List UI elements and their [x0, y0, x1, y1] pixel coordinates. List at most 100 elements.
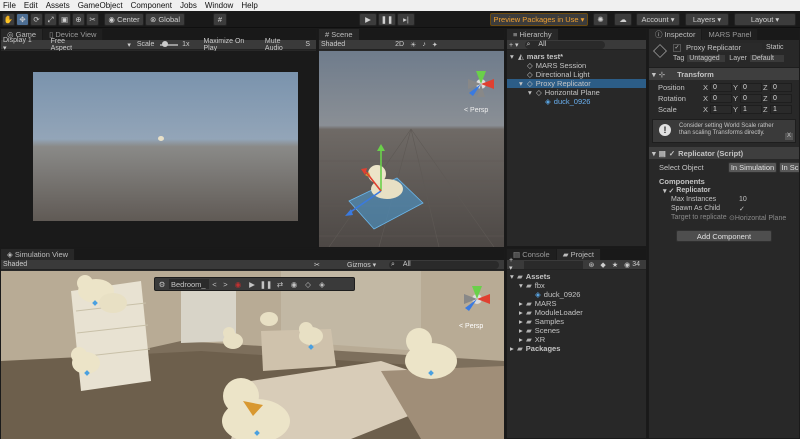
- account-dropdown[interactable]: Account ▾: [636, 13, 680, 26]
- scene-shading-dropdown[interactable]: Shaded: [321, 41, 345, 48]
- simulation-viewport[interactable]: < Persp: [1, 271, 504, 439]
- spawn-as-child-checkbox[interactable]: ✓: [739, 205, 745, 213]
- transform-y-field[interactable]: 1: [740, 105, 762, 114]
- transform-x-field[interactable]: 0: [710, 83, 732, 92]
- menu-help[interactable]: Help: [241, 1, 257, 10]
- hierarchy-item[interactable]: ▾ ◇ Proxy Replicator: [507, 79, 646, 88]
- play-button[interactable]: ▶: [359, 13, 377, 26]
- hierarchy-item[interactable]: ◇ MARS Session: [507, 61, 646, 70]
- static-checkbox[interactable]: Static: [766, 44, 784, 51]
- transform-z-field[interactable]: 0: [770, 83, 792, 92]
- rect-tool-icon[interactable]: ▣: [58, 13, 71, 26]
- env-prev-button[interactable]: <: [209, 280, 220, 289]
- sim-sync-icon[interactable]: ◈: [315, 280, 329, 289]
- project-create-button[interactable]: + ▾: [509, 257, 518, 272]
- transform-y-field[interactable]: 0: [740, 83, 762, 92]
- sim-pause-button[interactable]: ❚❚: [259, 280, 273, 289]
- transform-x-field[interactable]: 1: [710, 105, 732, 114]
- pause-button[interactable]: ❚❚: [378, 13, 396, 26]
- create-plus-button[interactable]: + ▾: [509, 41, 519, 49]
- transform-z-field[interactable]: 1: [770, 105, 792, 114]
- preview-packages-button[interactable]: Preview Packages in Use ▾: [490, 13, 588, 26]
- tab-simulation-view[interactable]: ◈ Simulation View: [1, 249, 76, 260]
- move-tool-icon[interactable]: ✥: [16, 13, 29, 26]
- game-viewport[interactable]: [33, 72, 298, 221]
- menu-assets[interactable]: Assets: [46, 1, 70, 10]
- foldout-icon[interactable]: ▸: [519, 299, 526, 308]
- sim-visibility-icon[interactable]: ◉: [287, 280, 301, 289]
- environment-dropdown[interactable]: Bedroom_: [169, 279, 209, 289]
- hand-tool-icon[interactable]: ✋: [2, 13, 15, 26]
- custom-tool-icon[interactable]: ✂: [86, 13, 99, 26]
- filter-icon[interactable]: ⊛: [589, 261, 595, 269]
- foldout-icon[interactable]: ▸: [510, 344, 517, 353]
- scene-2d-toggle[interactable]: 2D: [395, 41, 404, 48]
- collab-icon[interactable]: ✺: [593, 13, 608, 26]
- transform-header[interactable]: ▾ ⊹ Transform: [649, 68, 799, 80]
- sim-tools-icon[interactable]: ✂: [314, 261, 320, 269]
- component-enabled-checkbox[interactable]: ✓: [669, 149, 675, 158]
- warning-close-button[interactable]: X: [784, 133, 793, 140]
- label-icon[interactable]: ◆: [600, 261, 605, 269]
- transform-z-field[interactable]: 0: [770, 94, 792, 103]
- display-dropdown[interactable]: Display 1 ▾: [3, 37, 37, 52]
- tab-inspector[interactable]: ⓘ Inspector: [649, 29, 703, 40]
- grid-snap-icon[interactable]: #: [213, 13, 227, 26]
- rotate-tool-icon[interactable]: ⟳: [30, 13, 43, 26]
- sim-record-icon[interactable]: ◉: [231, 280, 245, 289]
- light-toggle-icon[interactable]: ☀: [410, 41, 416, 49]
- stats-toggle[interactable]: S: [305, 41, 310, 48]
- menu-component[interactable]: Component: [131, 1, 172, 10]
- effects-toggle-icon[interactable]: ✦: [432, 41, 438, 49]
- sim-gizmos-dropdown[interactable]: Gizmos ▾: [347, 261, 376, 269]
- project-tree-item[interactable]: ▸ ▰ ModuleLoader: [507, 308, 646, 317]
- star-icon[interactable]: ★: [612, 261, 618, 269]
- layer-dropdown[interactable]: Default: [749, 55, 784, 62]
- sim-compass-icon[interactable]: ◇: [301, 280, 315, 289]
- transform-x-field[interactable]: 0: [710, 94, 732, 103]
- env-next-button[interactable]: >: [220, 280, 231, 289]
- select-in-scene-button[interactable]: In Sc: [779, 162, 799, 173]
- sim-play-button[interactable]: ▶: [245, 280, 259, 289]
- tab-hierarchy[interactable]: ≡ Hierarchy: [507, 29, 559, 40]
- project-tree-item[interactable]: ▸ ▰ XR: [507, 335, 646, 344]
- tag-dropdown[interactable]: Untagged: [687, 55, 726, 62]
- cloud-icon[interactable]: ☁: [614, 13, 632, 26]
- foldout-icon[interactable]: ▸: [519, 326, 526, 335]
- tab-scene[interactable]: # Scene: [319, 29, 360, 40]
- foldout-icon[interactable]: ▾: [519, 79, 527, 88]
- menu-file[interactable]: File: [3, 1, 16, 10]
- menu-edit[interactable]: Edit: [24, 1, 38, 10]
- max-instances-field[interactable]: 10: [739, 196, 747, 203]
- layers-dropdown[interactable]: Layers ▾: [685, 13, 729, 26]
- project-tree-item[interactable]: ▸ ▰ MARS: [507, 299, 646, 308]
- replicator-subcomponent[interactable]: ▾ ✓ Replicator: [649, 186, 799, 195]
- project-tree-item[interactable]: ▸ ▰ Scenes: [507, 326, 646, 335]
- hierarchy-item[interactable]: ◇ Directional Light: [507, 70, 646, 79]
- pivot-center-button[interactable]: ◉ Center: [104, 13, 144, 26]
- project-tree-item[interactable]: ▸ ▰ Samples: [507, 317, 646, 326]
- sim-shading-dropdown[interactable]: Shaded: [3, 261, 27, 268]
- foldout-icon[interactable]: ▸: [519, 317, 526, 326]
- project-tree-item[interactable]: ◈ duck_0926: [507, 290, 646, 299]
- add-component-button[interactable]: Add Component: [676, 230, 772, 242]
- foldout-icon[interactable]: ▾: [510, 52, 518, 61]
- sim-reset-icon[interactable]: ⇄: [273, 280, 287, 289]
- step-button[interactable]: ▸|: [397, 13, 415, 26]
- project-tree-item[interactable]: ▾ ▰ fbx: [507, 281, 646, 290]
- foldout-icon[interactable]: ▾: [528, 88, 536, 97]
- audio-toggle-icon[interactable]: ♪: [422, 41, 426, 48]
- replicator-header[interactable]: ▾ ▤ ✓ Replicator (Script): [649, 147, 799, 159]
- aspect-dropdown[interactable]: Free Aspect: [51, 38, 88, 52]
- foldout-icon[interactable]: ▸: [519, 308, 526, 317]
- tab-mars-panel[interactable]: MARS Panel: [702, 29, 759, 40]
- menu-gameobject[interactable]: GameObject: [78, 1, 123, 10]
- project-tree-item[interactable]: ▸ ▰ Packages: [507, 344, 646, 353]
- subcomponent-checkbox[interactable]: ✓: [668, 187, 674, 195]
- sim-settings-icon[interactable]: ⚙: [155, 280, 169, 289]
- active-checkbox[interactable]: ✓: [673, 43, 681, 52]
- hierarchy-item[interactable]: ▾ ◭ mars test*: [507, 52, 646, 61]
- scene-viewport[interactable]: < Persp: [319, 51, 504, 247]
- project-tree-item[interactable]: ▾ ▰ Assets: [507, 272, 646, 281]
- scale-slider[interactable]: [160, 40, 179, 47]
